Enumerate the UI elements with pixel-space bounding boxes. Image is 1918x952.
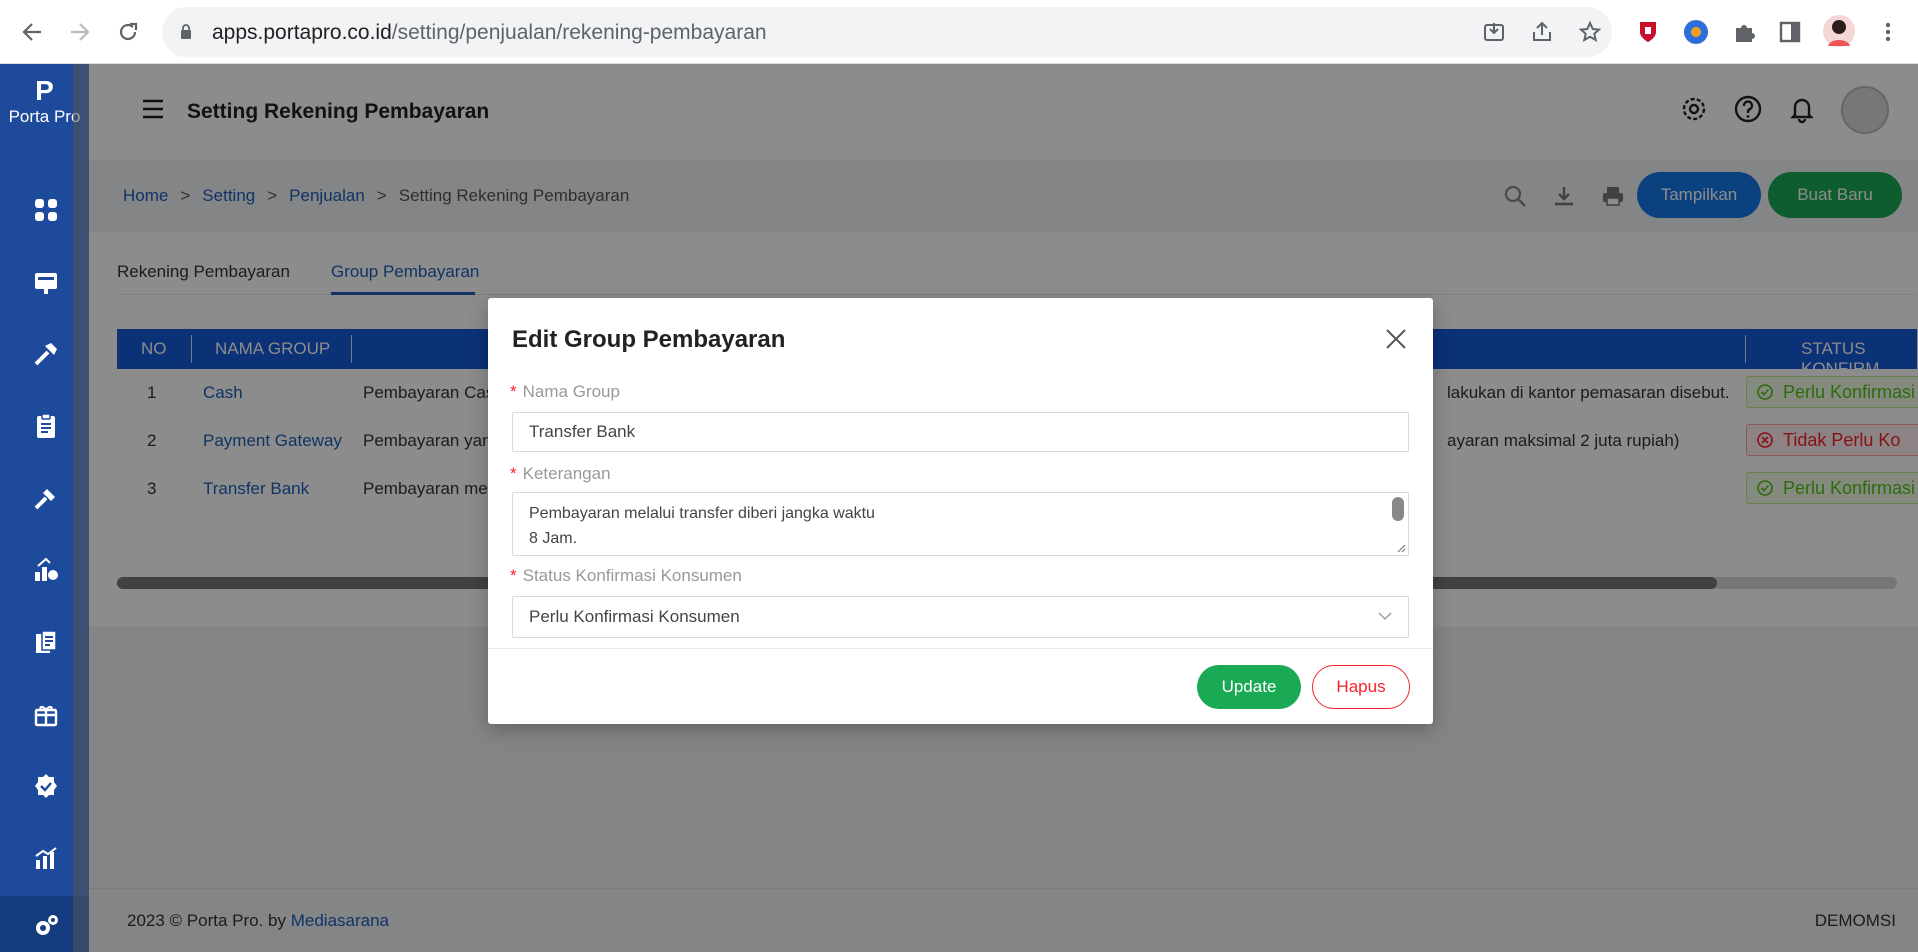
install-app-icon[interactable]	[1482, 20, 1506, 44]
profile-avatar-icon[interactable]	[1822, 14, 1856, 48]
back-arrow-icon[interactable]	[14, 14, 50, 50]
textarea-scrollbar[interactable]	[1392, 497, 1404, 521]
keterangan-line: 8 Jam.	[529, 530, 578, 547]
blue-extension-icon[interactable]	[1682, 18, 1710, 46]
status-konfirmasi-value: Perlu Konfirmasi Konsumen	[529, 607, 740, 626]
update-button[interactable]: Update	[1197, 665, 1301, 709]
sidebar-scroll-strip	[73, 64, 89, 952]
resize-handle-icon[interactable]	[1396, 543, 1406, 553]
chevron-down-icon	[1378, 612, 1392, 620]
nama-group-input[interactable]: Transfer Bank	[512, 412, 1409, 452]
keterangan-label-text: Keterangan	[522, 464, 611, 483]
required-mark: *	[510, 382, 517, 401]
modal-footer-divider	[488, 648, 1433, 649]
status-konfirmasi-select[interactable]: Perlu Konfirmasi Konsumen	[512, 596, 1409, 638]
report-chart-icon[interactable]	[30, 842, 62, 874]
url-host: apps.portapro.co.id	[212, 21, 392, 44]
required-mark: *	[510, 464, 517, 483]
verified-badge-icon[interactable]	[30, 770, 62, 802]
gift-box-icon[interactable]	[30, 698, 62, 730]
share-icon[interactable]	[1530, 20, 1554, 44]
nama-group-label: * Nama Group	[510, 382, 620, 402]
nama-group-label-text: Nama Group	[522, 382, 620, 401]
shield-extension-icon[interactable]	[1634, 18, 1662, 46]
projects-icon[interactable]	[30, 266, 62, 298]
side-panel-icon[interactable]	[1776, 18, 1804, 46]
address-bar[interactable]: apps.portapro.co.id/setting/penjualan/re…	[162, 7, 1612, 57]
hapus-button[interactable]: Hapus	[1312, 665, 1410, 709]
finance-growth-icon[interactable]	[30, 554, 62, 586]
clipboard-icon[interactable]	[30, 410, 62, 442]
star-icon[interactable]	[1578, 20, 1602, 44]
browser-menu-icon[interactable]	[1874, 18, 1902, 46]
keterangan-line: Pembayaran melalui transfer diberi jangk…	[529, 505, 875, 522]
sidebar: P Porta Pro	[0, 64, 89, 952]
url-path: /setting/penjualan/rekening-pembayaran	[391, 21, 767, 44]
status-konfirmasi-label-text: Status Konfirmasi Konsumen	[522, 566, 742, 585]
browser-toolbar: apps.portapro.co.id/setting/penjualan/re…	[0, 0, 1918, 64]
reload-icon[interactable]	[110, 14, 146, 50]
puzzle-icon[interactable]	[1730, 18, 1758, 46]
lock-icon	[181, 24, 191, 39]
forward-arrow-icon[interactable]	[62, 14, 98, 50]
hammer-icon[interactable]	[30, 338, 62, 370]
keterangan-label: * Keterangan	[510, 464, 611, 484]
keterangan-textarea[interactable]: Pembayaran melalui transfer diberi jangk…	[512, 492, 1409, 556]
required-mark: *	[510, 566, 517, 585]
edit-group-modal: Edit Group Pembayaran * Nama Group Transf…	[488, 298, 1433, 724]
tools-icon[interactable]	[30, 482, 62, 514]
modal-title: Edit Group Pembayaran	[512, 326, 786, 353]
url-text: apps.portapro.co.id/setting/penjualan/re…	[212, 21, 767, 45]
status-konfirmasi-label: * Status Konfirmasi Konsumen	[510, 566, 742, 586]
dashboard-icon[interactable]	[30, 194, 62, 226]
close-icon[interactable]	[1385, 328, 1407, 350]
invoice-icon[interactable]	[30, 626, 62, 658]
settings-gears-icon[interactable]	[30, 910, 62, 942]
